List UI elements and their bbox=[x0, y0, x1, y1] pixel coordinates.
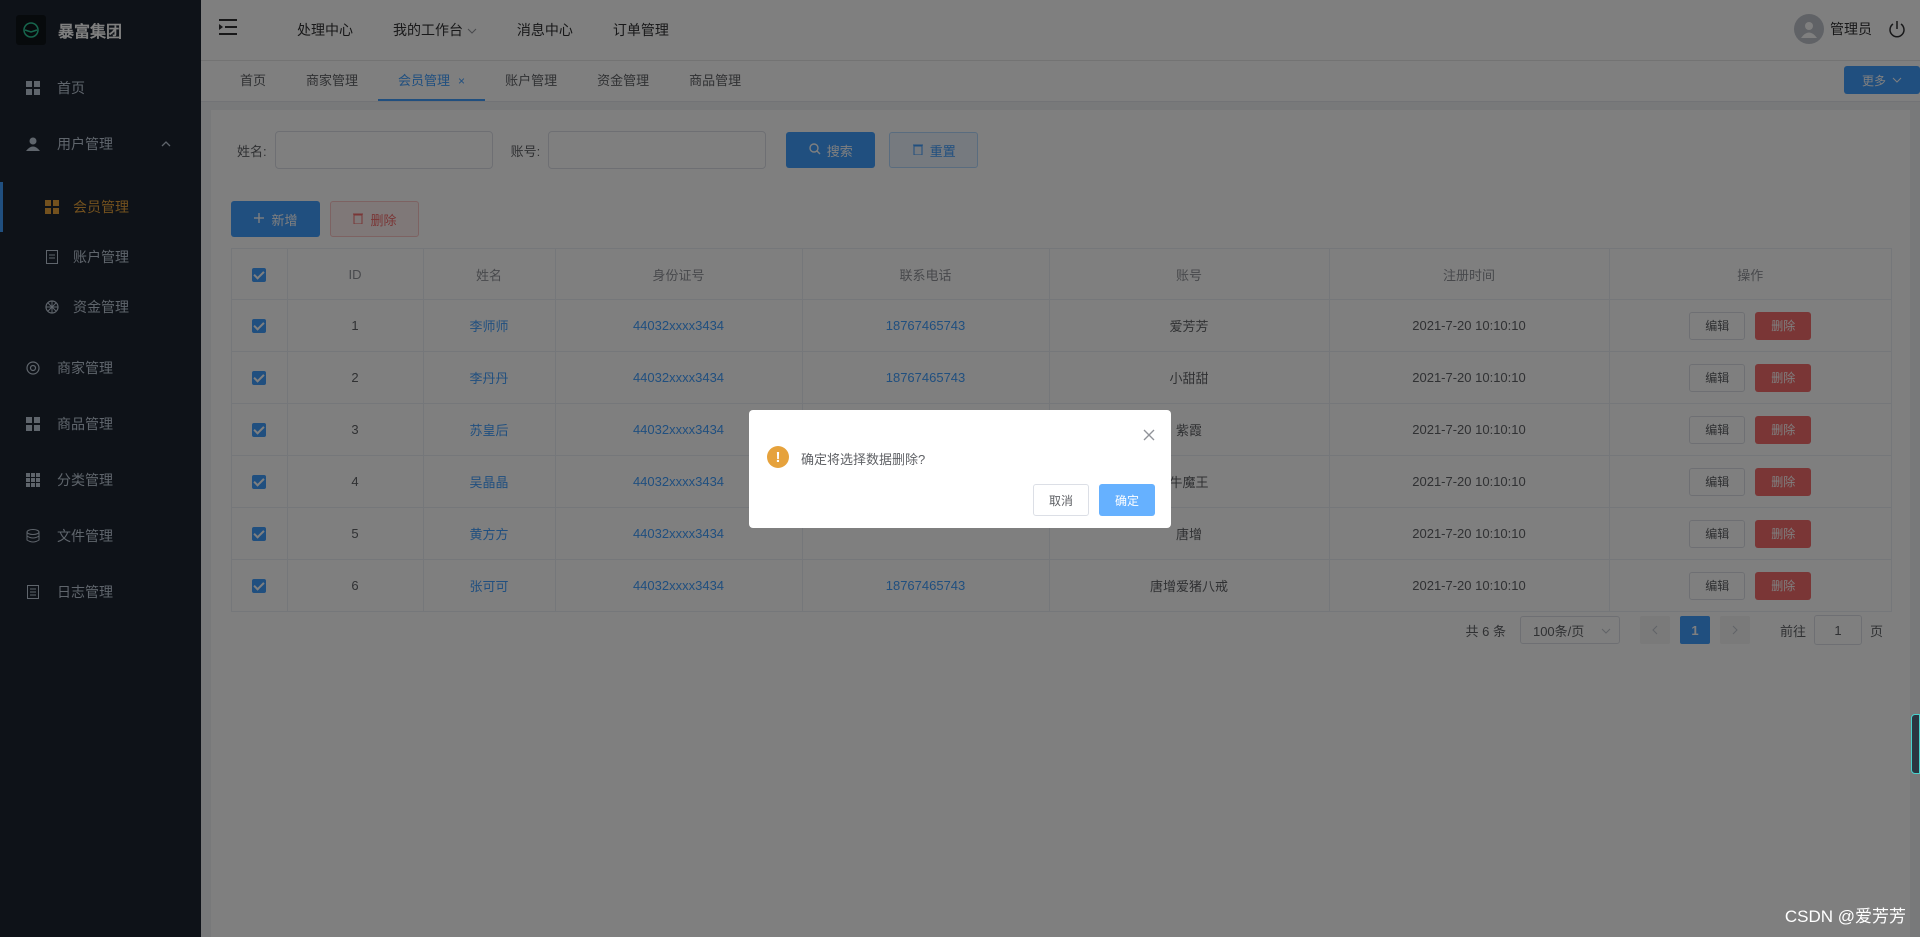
confirm-dialog: ! 确定将选择数据删除? 取消 确定 bbox=[749, 410, 1171, 528]
warning-icon: ! bbox=[767, 446, 789, 468]
dialog-message: 确定将选择数据删除? bbox=[801, 452, 926, 467]
side-handle[interactable] bbox=[1911, 714, 1920, 774]
cancel-button[interactable]: 取消 bbox=[1033, 484, 1089, 516]
watermark: CSDN @爱芳芳 bbox=[1784, 907, 1906, 926]
close-icon[interactable] bbox=[1143, 428, 1155, 441]
confirm-button[interactable]: 确定 bbox=[1099, 484, 1155, 516]
